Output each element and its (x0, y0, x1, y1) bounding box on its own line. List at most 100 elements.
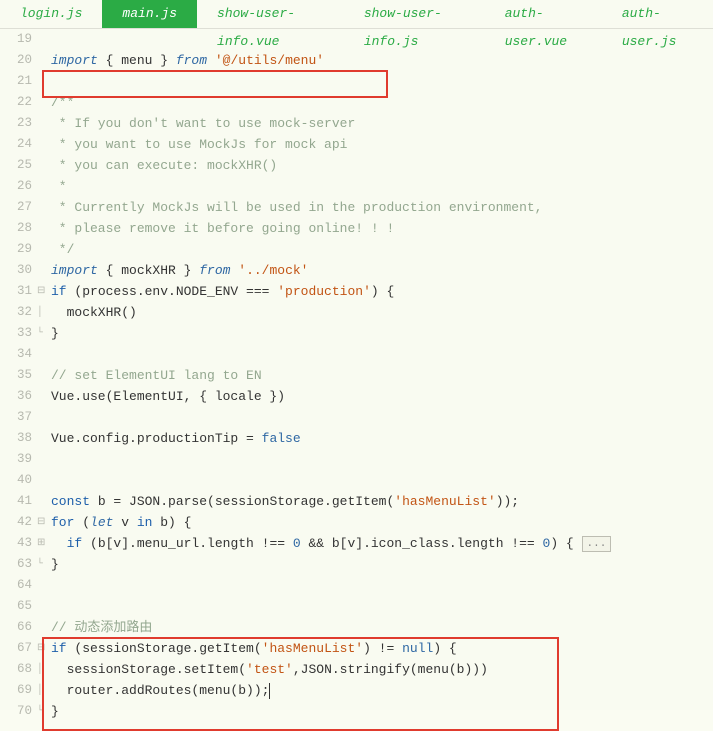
line-number: 26 (0, 176, 36, 197)
tab-main-js[interactable]: main.js (102, 0, 197, 28)
code-line[interactable]: 28 * please remove it before going onlin… (0, 218, 713, 239)
code-source[interactable]: } (49, 554, 59, 575)
code-source[interactable]: Vue.config.productionTip = false (49, 428, 301, 449)
code-line[interactable]: 43⊞ if (b[v].menu_url.length !== 0 && b[… (0, 533, 713, 554)
code-line[interactable]: 22/** (0, 92, 713, 113)
token-op: (process.env.NODE_ENV === (67, 284, 278, 299)
code-line[interactable]: 27 * Currently MockJs will be used in th… (0, 197, 713, 218)
code-source[interactable]: */ (49, 239, 74, 260)
code-line[interactable]: 24 * you want to use MockJs for mock api (0, 134, 713, 155)
token-kw: import (51, 53, 98, 68)
tab-auth-user-js[interactable]: auth-user.js (602, 0, 713, 28)
token-op: { menu } (98, 53, 176, 68)
code-line[interactable]: 20 import { menu } from '@/utils/menu' (0, 50, 713, 71)
code-line[interactable]: 64 (0, 575, 713, 596)
token-op: ) { (371, 284, 394, 299)
code-line[interactable]: 32│ mockXHR() (0, 302, 713, 323)
line-number: 20 (0, 50, 36, 71)
fold-gutter-icon: └ (36, 701, 49, 722)
fold-gutter-icon[interactable]: ⊟ (36, 512, 49, 533)
code-source[interactable]: * If you don't want to use mock-server (49, 113, 355, 134)
code-source[interactable]: if (process.env.NODE_ENV === 'production… (49, 281, 394, 302)
code-source[interactable]: import { menu } from '@/utils/menu' (49, 50, 324, 71)
code-line[interactable]: 25 * you can execute: mockXHR() (0, 155, 713, 176)
token-cmt: * you want to use MockJs for mock api (51, 137, 347, 152)
token-cmt: /** (51, 95, 74, 110)
fold-gutter-icon: └ (36, 554, 49, 575)
line-number: 43 (0, 533, 36, 554)
token-kw: from (199, 263, 230, 278)
code-source[interactable]: } (49, 701, 59, 722)
code-line[interactable]: 63└} (0, 554, 713, 575)
token-kw2: in (137, 515, 153, 530)
line-number: 70 (0, 701, 36, 722)
code-source[interactable]: * Currently MockJs will be used in the p… (49, 197, 542, 218)
code-line[interactable]: 35// set ElementUI lang to EN (0, 365, 713, 386)
code-line[interactable]: 41const b = JSON.parse(sessionStorage.ge… (0, 491, 713, 512)
token-op: mockXHR() (51, 305, 137, 320)
code-source[interactable]: /** (49, 92, 74, 113)
token-op: v (113, 515, 136, 530)
code-line[interactable]: 36Vue.use(ElementUI, { locale }) (0, 386, 713, 407)
code-source[interactable]: for (let v in b) { (49, 512, 191, 533)
code-source[interactable]: if (b[v].menu_url.length !== 0 && b[v].i… (49, 533, 611, 554)
code-line[interactable]: 40 (0, 470, 713, 491)
code-source[interactable]: mockXHR() (49, 302, 137, 323)
token-op: router.addRoutes(menu(b)); (51, 683, 269, 698)
code-line[interactable]: 26 * (0, 176, 713, 197)
token-cmt: // set ElementUI lang to EN (51, 368, 262, 383)
fold-gutter-icon[interactable]: ⊞ (36, 533, 49, 554)
token-cmt: * you can execute: mockXHR() (51, 158, 277, 173)
code-source[interactable]: * you want to use MockJs for mock api (49, 134, 347, 155)
code-line[interactable]: 70└} (0, 701, 713, 722)
code-source[interactable]: if (sessionStorage.getItem('hasMenuList'… (49, 638, 457, 659)
code-source[interactable]: const b = JSON.parse(sessionStorage.getI… (49, 491, 519, 512)
code-source[interactable]: // set ElementUI lang to EN (49, 365, 262, 386)
token-op: (sessionStorage.getItem( (67, 641, 262, 656)
token-str: 'hasMenuList' (394, 494, 495, 509)
token-cmt: */ (51, 242, 74, 257)
code-source[interactable]: * (49, 176, 67, 197)
code-line[interactable]: 42⊟for (let v in b) { (0, 512, 713, 533)
code-line[interactable]: 21 (0, 71, 713, 92)
code-line[interactable]: 69│ router.addRoutes(menu(b)); (0, 680, 713, 701)
code-source[interactable]: router.addRoutes(menu(b)); (49, 680, 270, 701)
tab-show-user-info-vue[interactable]: show-user-info.vue (197, 0, 344, 28)
code-line[interactable]: 39 (0, 449, 713, 470)
fold-gutter-icon[interactable]: ⊟ (36, 638, 49, 659)
code-source[interactable]: } (49, 323, 59, 344)
code-line[interactable]: 29 */ (0, 239, 713, 260)
code-line[interactable]: 68│ sessionStorage.setItem('test',JSON.s… (0, 659, 713, 680)
code-line[interactable]: 67⊟if (sessionStorage.getItem('hasMenuLi… (0, 638, 713, 659)
code-area[interactable]: 1920import { menu } from '@/utils/menu'2… (0, 29, 713, 722)
fold-ellipsis[interactable]: ... (582, 536, 612, 552)
code-source[interactable]: * please remove it before going online! … (49, 218, 394, 239)
tab-show-user-info-js[interactable]: show-user-info.js (344, 0, 485, 28)
code-line[interactable]: 65 (0, 596, 713, 617)
code-line[interactable]: 31⊟if (process.env.NODE_ENV === 'product… (0, 281, 713, 302)
token-kw: from (176, 53, 207, 68)
token-op (207, 53, 215, 68)
token-lit: 0 (293, 536, 301, 551)
code-line[interactable]: 30import { mockXHR } from '../mock' (0, 260, 713, 281)
code-line[interactable]: 19 (0, 29, 713, 50)
code-line[interactable]: 38Vue.config.productionTip = false (0, 428, 713, 449)
tab-login-js[interactable]: login.js (0, 0, 102, 28)
token-kw2: if (51, 284, 67, 299)
code-source[interactable]: Vue.use(ElementUI, { locale }) (49, 386, 285, 407)
code-line[interactable]: 23 * If you don't want to use mock-serve… (0, 113, 713, 134)
fold-gutter-icon[interactable]: ⊟ (36, 281, 49, 302)
code-line[interactable]: 34 (0, 344, 713, 365)
token-op: Vue.use(ElementUI, { locale }) (51, 389, 285, 404)
tab-auth-user-vue[interactable]: auth-user.vue (485, 0, 602, 28)
code-line[interactable]: 33└} (0, 323, 713, 344)
line-number: 34 (0, 344, 36, 365)
code-source[interactable]: import { mockXHR } from '../mock' (49, 260, 308, 281)
code-source[interactable]: // 动态添加路由 (49, 617, 152, 638)
code-line[interactable]: 66// 动态添加路由 (0, 617, 713, 638)
code-line[interactable]: 37 (0, 407, 713, 428)
code-source[interactable]: * you can execute: mockXHR() (49, 155, 277, 176)
token-cmt: * (51, 179, 67, 194)
code-source[interactable]: sessionStorage.setItem('test',JSON.strin… (49, 659, 488, 680)
text-cursor (269, 683, 270, 699)
